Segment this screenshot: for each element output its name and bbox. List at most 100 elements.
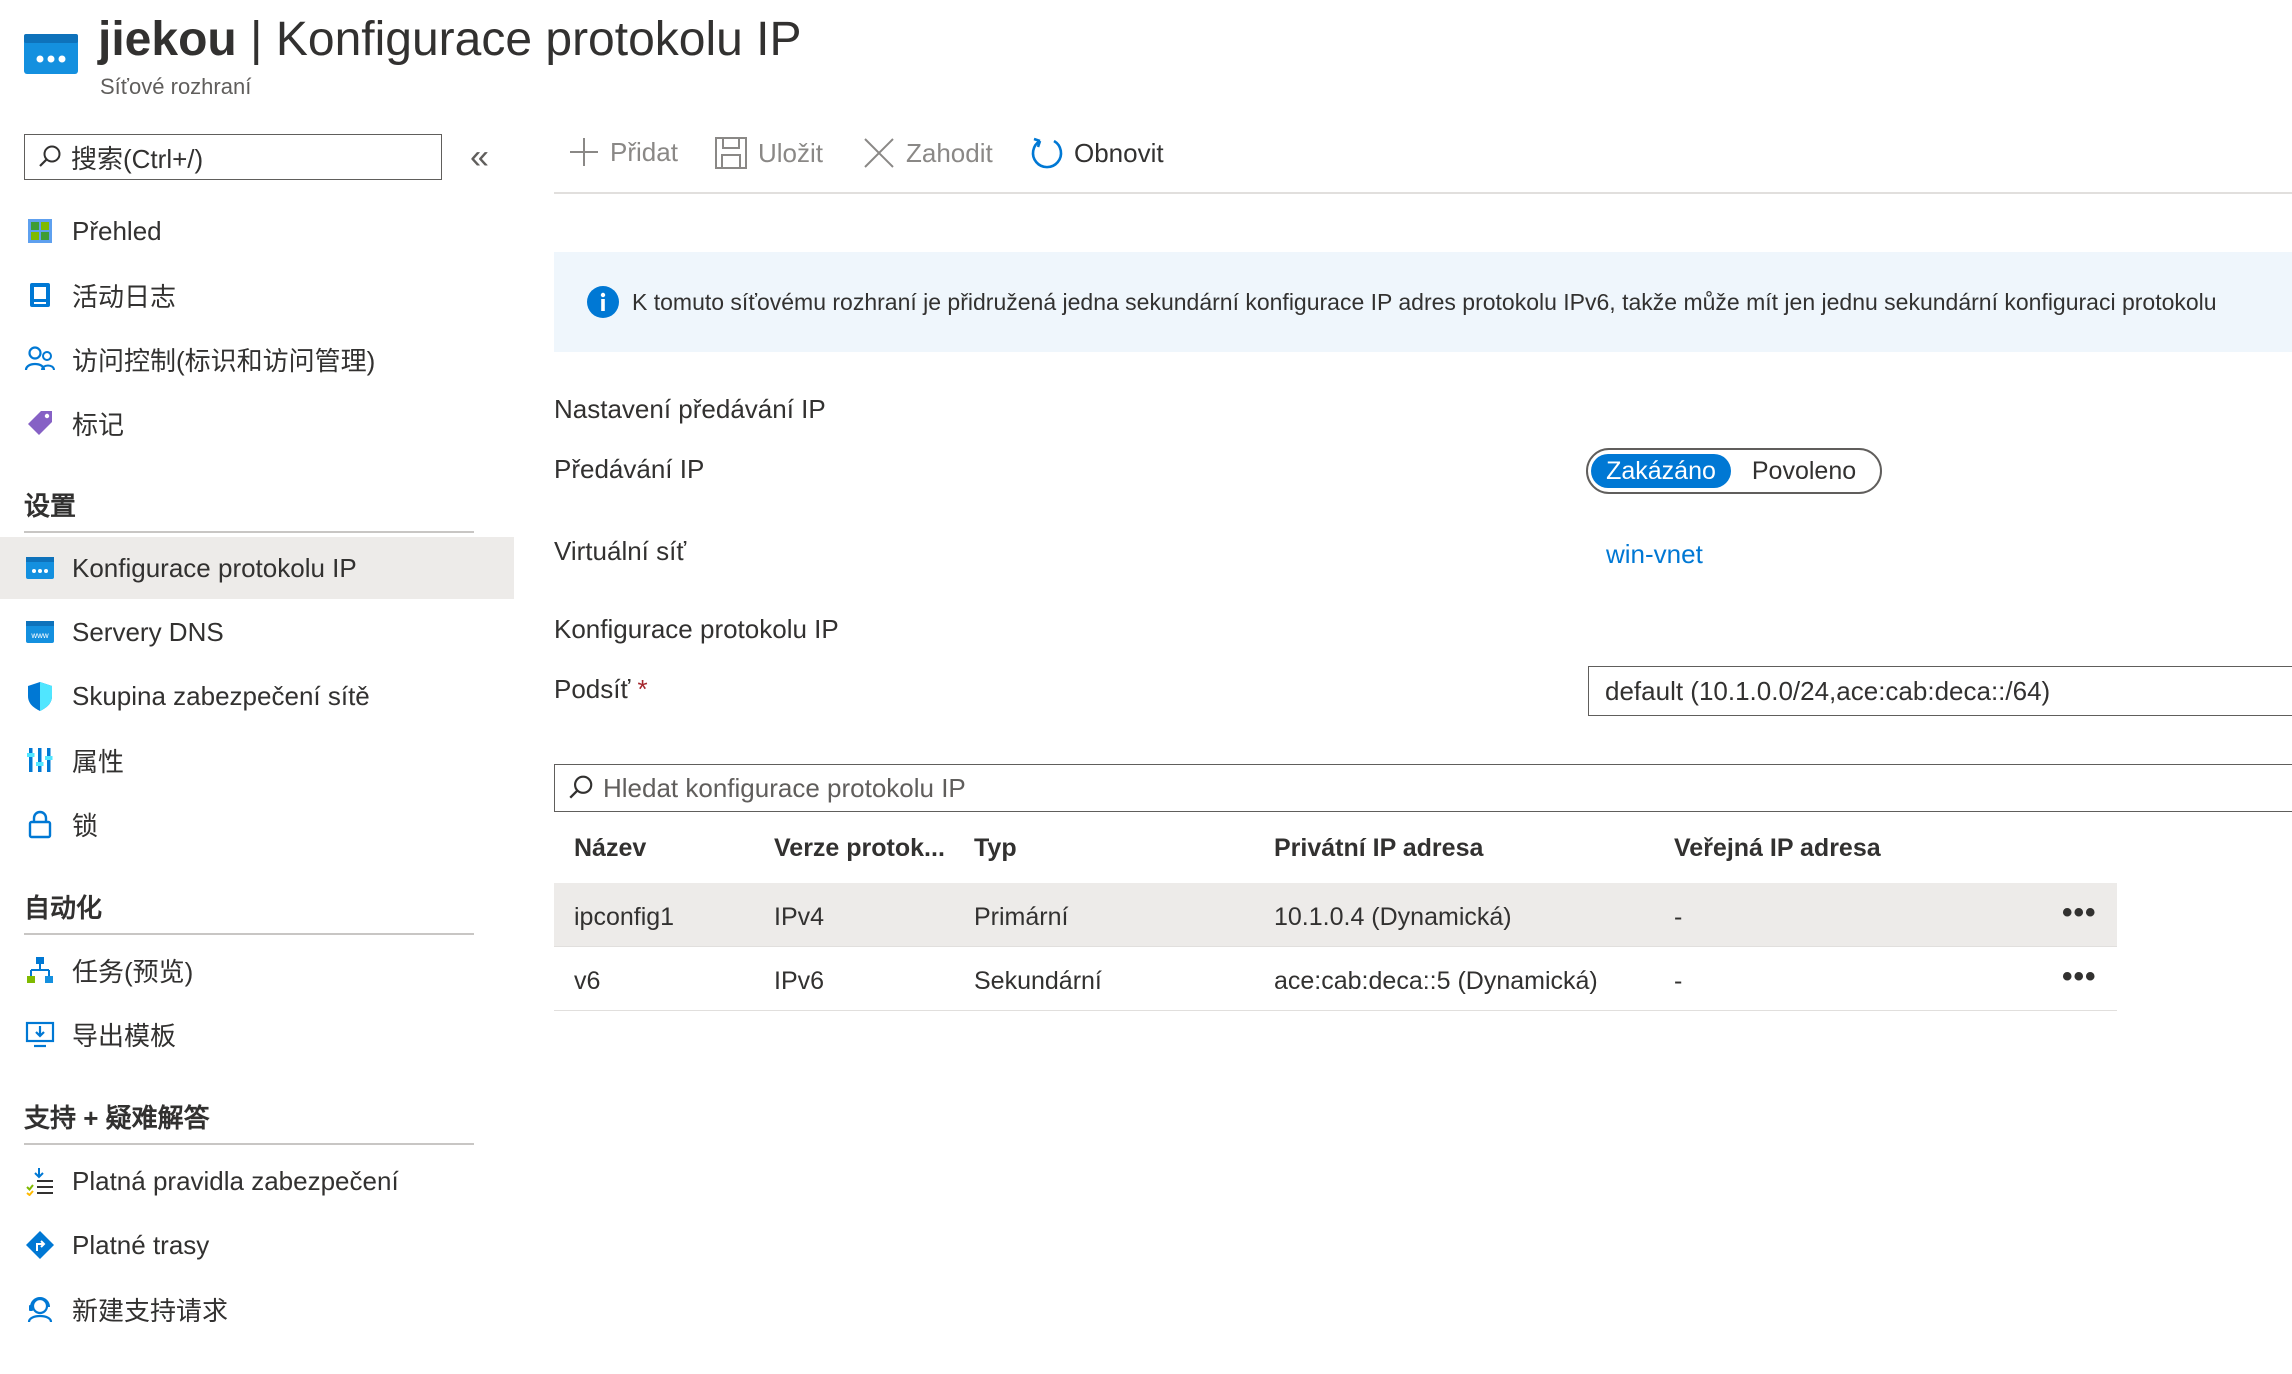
sidebar-item-label: 新建支持请求 xyxy=(72,1295,229,1326)
routes-icon xyxy=(22,1227,58,1263)
sidebar-item-label: Přehled xyxy=(72,215,162,246)
sidebar-item-label: 属性 xyxy=(72,746,125,777)
sidebar-item-effective-security-rules[interactable]: Platná pravidla zabezpečení xyxy=(0,1150,514,1212)
sidebar-item-label: Servery DNS xyxy=(72,616,224,647)
toggle-option-enabled[interactable]: Povoleno xyxy=(1731,454,1877,488)
column-header-public-ip[interactable]: Veřejná IP adresa xyxy=(1674,834,1881,863)
sidebar-item-locks[interactable]: 锁 xyxy=(0,793,514,855)
sidebar-item-label: 访问控制(标识和访问管理) xyxy=(72,345,376,376)
info-banner: K tomuto síťovému rozhraní je přidružená… xyxy=(554,252,2292,352)
sidebar-item-label: 锁 xyxy=(72,810,99,841)
sidebar-item-activity-log[interactable]: 活动日志 xyxy=(0,264,514,326)
sidebar-item-overview[interactable]: Přehled xyxy=(0,200,514,262)
add-button[interactable]: Přidat xyxy=(568,136,678,168)
close-icon xyxy=(864,138,894,168)
row-name[interactable]: ipconfig1 xyxy=(574,903,674,932)
ip-config-icon xyxy=(22,550,58,586)
sidebar-item-access-control[interactable]: 访问控制(标识和访问管理) xyxy=(0,328,514,390)
more-actions-button[interactable]: ••• xyxy=(2062,896,2097,930)
add-button-label: Přidat xyxy=(610,136,678,167)
sidebar-item-effective-routes[interactable]: Platné trasy xyxy=(0,1214,514,1276)
ip-config-search-input[interactable]: Hledat konfigurace protokolu IP xyxy=(554,764,2292,812)
refresh-button-label: Obnovit xyxy=(1074,137,1164,168)
blade-title: Konfigurace protokolu IP xyxy=(275,13,802,66)
info-banner-text: K tomuto síťovému rozhraní je přidružená… xyxy=(632,288,2217,315)
required-marker: * xyxy=(637,674,648,704)
sidebar-item-properties[interactable]: 属性 xyxy=(0,729,514,791)
ip-config-section-title: Konfigurace protokolu IP xyxy=(554,614,839,644)
sidebar-item-tags[interactable]: 标记 xyxy=(0,392,514,454)
save-icon xyxy=(715,137,747,169)
section-header-automation: 自动化 xyxy=(24,893,103,923)
sidebar-item-export-template[interactable]: 导出模板 xyxy=(0,1003,514,1065)
virtual-network-link[interactable]: win-vnet xyxy=(1606,539,1703,570)
tasks-icon xyxy=(22,952,58,988)
virtual-network-label: Virtuální síť xyxy=(554,536,687,566)
row-private-ip: ace:cab:deca::5 (Dynamická) xyxy=(1274,967,1598,995)
row-public-ip: - xyxy=(1674,903,1683,931)
sidebar-item-network-security-group[interactable]: Skupina zabezpečení sítě xyxy=(0,665,514,727)
search-icon xyxy=(569,775,593,799)
column-header-name[interactable]: Název xyxy=(574,834,646,863)
support-request-icon xyxy=(22,1291,58,1327)
more-actions-button[interactable]: ••• xyxy=(2062,960,2097,994)
overview-icon xyxy=(22,213,58,249)
save-button-label: Uložit xyxy=(758,137,824,168)
search-icon xyxy=(39,145,61,167)
section-header-settings: 设置 xyxy=(24,491,77,521)
sidebar-item-dns-servers[interactable]: www Servery DNS xyxy=(0,601,514,663)
network-interface-icon xyxy=(24,30,78,78)
column-header-private-ip[interactable]: Privátní IP adresa xyxy=(1274,834,1483,863)
section-divider xyxy=(24,1143,474,1145)
sidebar-item-label: Platná pravidla zabezpečení xyxy=(72,1165,399,1196)
export-template-icon xyxy=(22,1016,58,1052)
row-type: Primární xyxy=(974,903,1069,931)
subnet-dropdown-value: default (10.1.0.0/24,ace:cab:deca::/64) xyxy=(1605,675,2051,706)
sidebar-item-label: 任务(预览) xyxy=(72,956,194,987)
discard-button[interactable]: Zahodit xyxy=(862,136,993,170)
refresh-button[interactable]: Obnovit xyxy=(1030,136,1164,170)
shield-icon xyxy=(22,678,58,714)
save-button[interactable]: Uložit xyxy=(714,136,823,170)
refresh-icon xyxy=(1031,137,1063,169)
resource-name: jiekou xyxy=(98,13,237,66)
ip-forwarding-label: Předávání IP xyxy=(554,454,705,484)
sidebar-item-label: Konfigurace protokolu IP xyxy=(72,552,357,583)
row-private-ip: 10.1.0.4 (Dynamická) xyxy=(1274,903,1512,931)
sidebar-item-tasks[interactable]: 任务(预览) xyxy=(0,939,514,1001)
dns-icon: www xyxy=(22,614,58,650)
ip-forwarding-toggle[interactable]: Zakázáno Povoleno xyxy=(1586,448,1882,494)
column-header-type[interactable]: Typ xyxy=(974,834,1017,863)
properties-icon xyxy=(22,742,58,778)
sidebar-item-ip-configurations[interactable]: Konfigurace protokolu IP xyxy=(0,537,514,599)
subnet-label-text: Podsíť xyxy=(554,674,631,704)
row-version: IPv4 xyxy=(774,903,825,931)
page-title: jiekou | Konfigurace protokolu IP xyxy=(98,10,802,70)
row-name[interactable]: v6 xyxy=(574,967,600,996)
sidebar-item-new-support-request[interactable]: 新建支持请求 xyxy=(0,1278,514,1340)
plus-icon xyxy=(570,138,598,166)
row-version: IPv6 xyxy=(774,967,825,995)
sidebar-item-label: Platné trasy xyxy=(72,1229,210,1260)
subnet-label: Podsíť * xyxy=(554,674,648,705)
subnet-dropdown[interactable]: default (10.1.0.0/24,ace:cab:deca::/64) xyxy=(1588,666,2292,716)
toggle-option-disabled[interactable]: Zakázáno xyxy=(1591,454,1731,488)
access-control-icon xyxy=(22,341,58,377)
section-divider xyxy=(24,531,474,533)
column-header-version[interactable]: Verze protok... xyxy=(774,834,945,863)
sidebar-item-label: Skupina zabezpečení sítě xyxy=(72,680,370,711)
security-rules-icon xyxy=(22,1163,58,1199)
info-icon xyxy=(587,286,619,318)
toolbar-divider xyxy=(554,192,2292,194)
sidebar-search-input[interactable]: 搜索(Ctrl+/) xyxy=(24,134,442,180)
sidebar-item-label: 活动日志 xyxy=(72,281,177,312)
activity-log-icon xyxy=(22,277,58,313)
title-separator: | xyxy=(250,13,263,66)
page-subtitle: Síťové rozhraní xyxy=(100,74,252,99)
tag-icon xyxy=(22,405,58,441)
row-type: Sekundární xyxy=(974,967,1102,995)
ip-forwarding-section-title: Nastavení předávání IP xyxy=(554,394,826,424)
collapse-sidebar-button[interactable]: « xyxy=(470,138,489,177)
sidebar-item-label: 导出模板 xyxy=(72,1020,177,1051)
sidebar-search-placeholder: 搜索(Ctrl+/) xyxy=(71,143,204,174)
